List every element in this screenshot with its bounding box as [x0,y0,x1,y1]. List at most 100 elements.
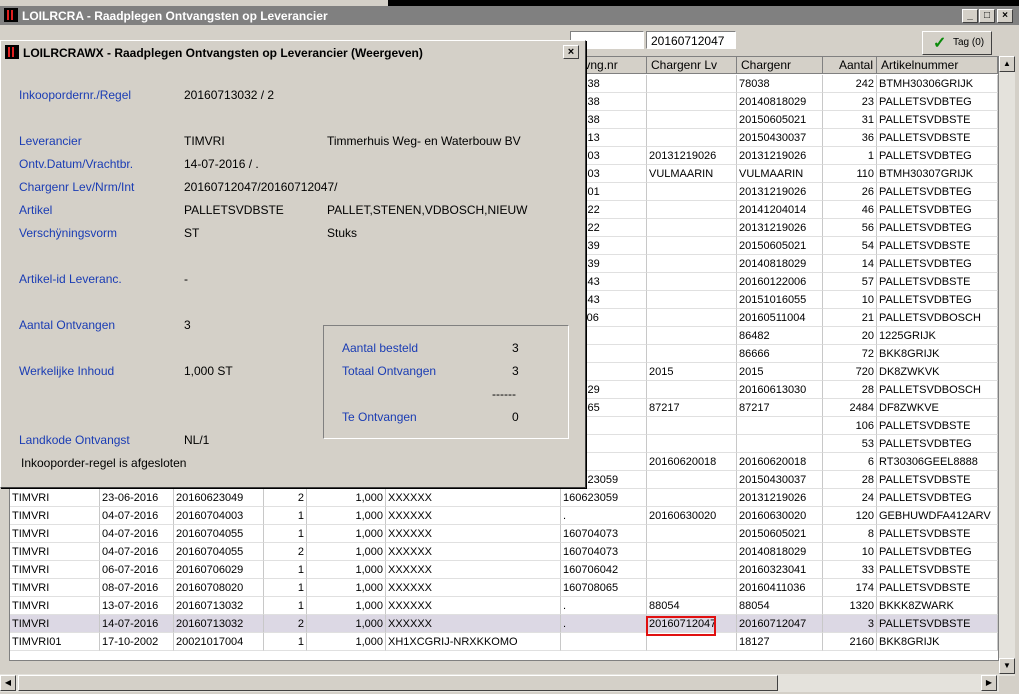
cell-artikelnummer: PALLETSVDBTEG [877,489,998,507]
table-row[interactable]: TIMVRI 14-07-2016 20160713032 2 1,000 XXXXXX.… [10,615,998,633]
cell-chargenr-lv [647,327,737,345]
artikel-id-value: - [184,272,188,286]
cell-chargenr: 78038 [737,75,823,93]
cell-aantal-ontvangen: 120 [823,507,877,525]
cell-artikelnummer: PALLETSVDBSTE [877,273,998,291]
table-row[interactable]: TIMVRI 06-07-2016 20160706029 1 1,000 XXXXXX 1… [10,561,998,579]
main-title-bar[interactable]: LOILRCRA - Raadplegen Ontvangsten op Lev… [0,6,1019,25]
cell-inkoopordernr: 20021017004 [174,633,264,651]
cell-bon: XXXXXX [386,507,561,525]
cell-chargenr-lv [647,489,737,507]
horizontal-scroll-thumb[interactable] [18,675,778,691]
cell-inkoopordernr: 20160623049 [174,489,264,507]
leverancier-code: TIMVRI [184,134,225,148]
status-message: Inkooporder-regel is afgesloten [21,456,187,470]
cell-regel: 2 [264,489,307,507]
cell-inkoopordernr: 20160708020 [174,579,264,597]
table-row[interactable]: TIMVRI01 17-10-2002 20021017004 1 1,000 XH1XC… [10,633,998,651]
te-ontvangen-value: 0 [512,410,519,424]
cell-chargenr-lv: 87217 [647,399,737,417]
cell-artikelnummer: PALLETSVDBTEG [877,183,998,201]
tag-button[interactable]: ✓ Tag (0) [922,31,992,55]
table-row[interactable]: TIMVRI 08-07-2016 20160708020 1 1,000 XXXXXX 1… [10,579,998,597]
column-header-chargenr-lv[interactable]: Chargenr Lv [647,57,737,74]
cell-datum: 23-06-2016 [100,489,174,507]
main-window: LOILRCRA - Raadplegen Ontvangsten op Lev… [0,6,1019,694]
inkoopordernr-value: 20160713032 / 2 [184,88,275,102]
cell-aantal: 1,000 [307,615,386,633]
chargenr-label: Chargenr Lev/Nrm/Int [19,180,135,194]
cell-chargenr: 18127 [737,633,823,651]
cell-aantal: 1,000 [307,507,386,525]
cell-artikelnummer: PALLETSVDBTEG [877,291,998,309]
cell-aantal-ontvangen: 10 [823,291,877,309]
cell-artikelnummer: BTMH30307GRIJK [877,165,998,183]
artikel-label: Artikel [19,203,53,217]
dialog-title-bar[interactable]: LOILRCRAWX - Raadplegen Ontvangsten op L… [3,43,581,61]
cell-artikelnummer: PALLETSVDBSTE [877,129,998,147]
table-row[interactable]: TIMVRI 04-07-2016 20160704003 1 1,000 XXXXXX.… [10,507,998,525]
cell-aantal-ontvangen: 21 [823,309,877,327]
totaal-ontvangen-value: 3 [512,364,519,378]
cell-chargenr: 20160122006 [737,273,823,291]
maximize-icon[interactable]: □ [979,9,995,23]
scroll-left-icon[interactable]: ◀ [0,675,16,691]
inkoopordernr-label: Inkoopordernr./Regel [19,88,132,102]
cell-bon: XXXXXX [386,543,561,561]
table-row[interactable]: TIMVRI 04-07-2016 20160704055 1 1,000 XXXXXX 1… [10,525,998,543]
table-row[interactable]: TIMVRI 04-07-2016 20160704055 2 1,000 XXXXXX 1… [10,543,998,561]
cell-chargenr: 20131219026 [737,489,823,507]
cell-artikelnummer: PALLETSVDBTEG [877,543,998,561]
cell-artikelnummer: GEBHUWDFA412ARV [877,507,998,525]
cell-aantal-ontvangen: 72 [823,345,877,363]
summary-separator: ------ [492,387,516,401]
cell-aantal-ontvangen: 36 [823,129,877,147]
werkelijke-inhoud-value: 1,000 ST [184,364,233,378]
cell-bon: XXXXXX [386,525,561,543]
column-header-aantal-ontvangen[interactable]: Aantal [823,57,877,74]
cell-aantal-ontvangen: 57 [823,273,877,291]
column-header-chargenr[interactable]: Chargenr [737,57,823,74]
cell-inkoopordernr: 20160713032 [174,597,264,615]
cell-chargenr: 20131219026 [737,147,823,165]
cell-artikelnummer: PALLETSVDBTEG [877,255,998,273]
cell-bon: XH1XCGRIJ-NRXKKOMO [386,633,561,651]
cell-datum: 08-07-2016 [100,579,174,597]
cell-aantal: 1,000 [307,561,386,579]
cell-chargenr: VULMAARIN [737,165,823,183]
table-row[interactable]: TIMVRI 13-07-2016 20160713032 1 1,000 XXXXXX.… [10,597,998,615]
minimize-icon[interactable]: _ [962,9,978,23]
close-icon[interactable]: × [997,9,1013,23]
cell-leverancier: TIMVRI [10,543,100,561]
column-header-artikelnummer[interactable]: Artikelnummer [877,57,998,74]
cell-regel: 1 [264,525,307,543]
cell-aantal-ontvangen: 24 [823,489,877,507]
scroll-down-icon[interactable]: ▼ [999,658,1015,674]
cell-chargenr: 20151016055 [737,291,823,309]
scroll-right-icon[interactable]: ▶ [981,675,997,691]
chargenr-search-input[interactable]: 20160712047 [646,31,736,49]
cell-ontvng-nr: . [561,597,647,615]
app-icon [4,8,18,22]
table-row[interactable]: TIMVRI 23-06-2016 20160623049 2 1,000 XXXXXX 1… [10,489,998,507]
cell-datum: 04-07-2016 [100,507,174,525]
leverancier-name: Timmerhuis Weg- en Waterbouw BV [327,134,521,148]
cell-chargenr-lv [647,561,737,579]
dialog-app-icon [5,45,19,59]
aantal-besteld-value: 3 [512,341,519,355]
cell-chargenr-lv [647,525,737,543]
cell-artikelnummer: PALLETSVDBSTE [877,525,998,543]
cell-chargenr: 20140818029 [737,255,823,273]
horizontal-scrollbar[interactable]: ◀ ▶ [0,674,999,692]
cell-chargenr [737,435,823,453]
cell-artikelnummer: PALLETSVDBSTE [877,111,998,129]
cell-aantal: 1,000 [307,597,386,615]
scroll-up-icon[interactable]: ▲ [999,56,1015,72]
cell-aantal-ontvangen: 2484 [823,399,877,417]
vertical-scrollbar[interactable]: ▲ ▼ [999,56,1015,676]
dialog-close-icon[interactable]: × [563,45,579,59]
cell-chargenr: 20160323041 [737,561,823,579]
cell-chargenr: 20141204014 [737,201,823,219]
cell-chargenr: 20160411036 [737,579,823,597]
cell-ontvng-nr: 160706042 [561,561,647,579]
